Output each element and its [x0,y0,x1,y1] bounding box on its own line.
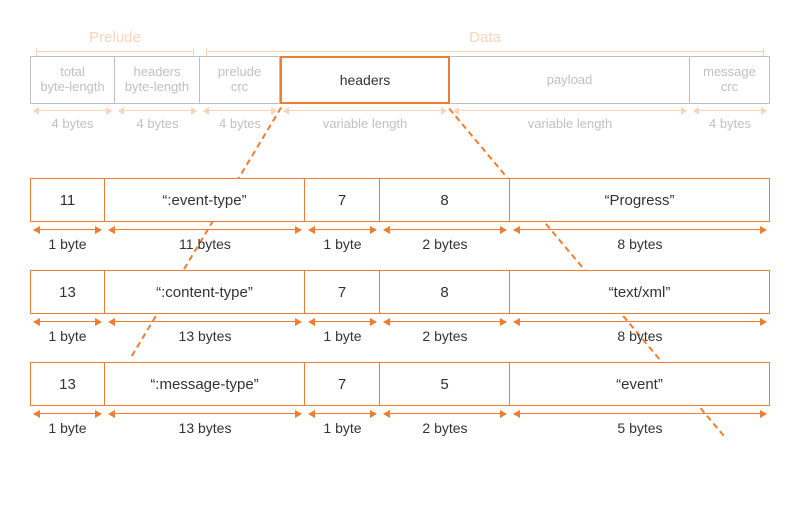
dim-mcrc: 4 bytes [690,106,770,131]
hdr-name: “:message-type” [105,362,305,406]
dim-text: 13 bytes [179,420,232,436]
cell-message-crc: messagecrc [690,56,770,104]
dim: 2 bytes [380,408,510,436]
dim-text: 1 byte [323,328,361,344]
dim-text: 8 bytes [617,236,662,252]
dim: 2 bytes [380,316,510,344]
cell-headers: headers [280,56,450,104]
dim-text: 8 bytes [617,328,662,344]
overview-cells: totalbyte-length headersbyte-length prel… [30,56,770,104]
hdr-value: “Progress” [510,178,770,222]
dim-text: 2 bytes [422,236,467,252]
dim: 8 bytes [510,316,770,344]
hdr-value-len: 8 [380,270,510,314]
overview-block: Prelude Data totalbyte-length headersbyt… [30,29,770,131]
record-dims: 1 byte 13 bytes 1 byte 2 bytes 8 bytes [30,316,770,344]
group-data: Data [200,29,770,52]
header-records: 11 “:event-type” 7 8 “Progress” 1 byte 1… [30,160,770,436]
dim-payload-text: variable length [528,116,613,131]
cell-payload: payload [450,56,690,104]
dim-text: 13 bytes [179,328,232,344]
dim-text: 1 byte [323,236,361,252]
dim-headers-text: variable length [323,116,408,131]
cell-prelude-crc: preludecrc [200,56,280,104]
dim-text: 2 bytes [422,328,467,344]
dim-mcrc-text: 4 bytes [709,116,751,131]
hdr-value: “text/xml” [510,270,770,314]
cell-total-byte-length: totalbyte-length [30,56,115,104]
header-record: 13 “:message-type” 7 5 “event” 1 byte 13… [30,362,770,436]
hdr-name: “:event-type” [105,178,305,222]
group-prelude: Prelude [30,29,200,52]
hdr-type: 7 [305,362,380,406]
dim-pcrc-text: 4 bytes [219,116,261,131]
hdr-name-len: 11 [30,178,105,222]
dim-total: 4 bytes [30,106,115,131]
overview-dims: 4 bytes 4 bytes 4 bytes variable length … [30,106,770,131]
dim: 2 bytes [380,224,510,252]
record-row: 11 “:event-type” 7 8 “Progress” [30,178,770,222]
dim-text: 1 byte [48,236,86,252]
dim-text: 5 bytes [617,420,662,436]
dim: 1 byte [305,316,380,344]
cell-headers-byte-length: headersbyte-length [115,56,200,104]
top-group-labels: Prelude Data [30,29,770,52]
hdr-name: “:content-type” [105,270,305,314]
record-row: 13 “:message-type” 7 5 “event” [30,362,770,406]
dim-hlen-text: 4 bytes [137,116,179,131]
dim-text: 1 byte [48,420,86,436]
hdr-value-len: 8 [380,178,510,222]
record-dims: 1 byte 11 bytes 1 byte 2 bytes 8 bytes [30,224,770,252]
dim: 1 byte [30,316,105,344]
dim-headers: variable length [280,106,450,131]
dim-text: 1 byte [323,420,361,436]
hdr-name-len: 13 [30,362,105,406]
hdr-name-len: 13 [30,270,105,314]
dim-text: 1 byte [48,328,86,344]
record-dims: 1 byte 13 bytes 1 byte 2 bytes 5 bytes [30,408,770,436]
dim: 13 bytes [105,316,305,344]
dim: 8 bytes [510,224,770,252]
dim: 1 byte [305,408,380,436]
hdr-value-len: 5 [380,362,510,406]
hdr-type: 7 [305,178,380,222]
dim: 13 bytes [105,408,305,436]
dim: 1 byte [30,408,105,436]
dim-text: 2 bytes [422,420,467,436]
record-row: 13 “:content-type” 7 8 “text/xml” [30,270,770,314]
hdr-type: 7 [305,270,380,314]
dim-payload: variable length [450,106,690,131]
hdr-value: “event” [510,362,770,406]
dim: 1 byte [30,224,105,252]
header-record: 11 “:event-type” 7 8 “Progress” 1 byte 1… [30,178,770,252]
dim-total-text: 4 bytes [52,116,94,131]
dim: 11 bytes [105,224,305,252]
dim-hlen: 4 bytes [115,106,200,131]
dim: 1 byte [305,224,380,252]
dim-text: 11 bytes [179,236,231,252]
dim: 5 bytes [510,408,770,436]
header-record: 13 “:content-type” 7 8 “text/xml” 1 byte… [30,270,770,344]
